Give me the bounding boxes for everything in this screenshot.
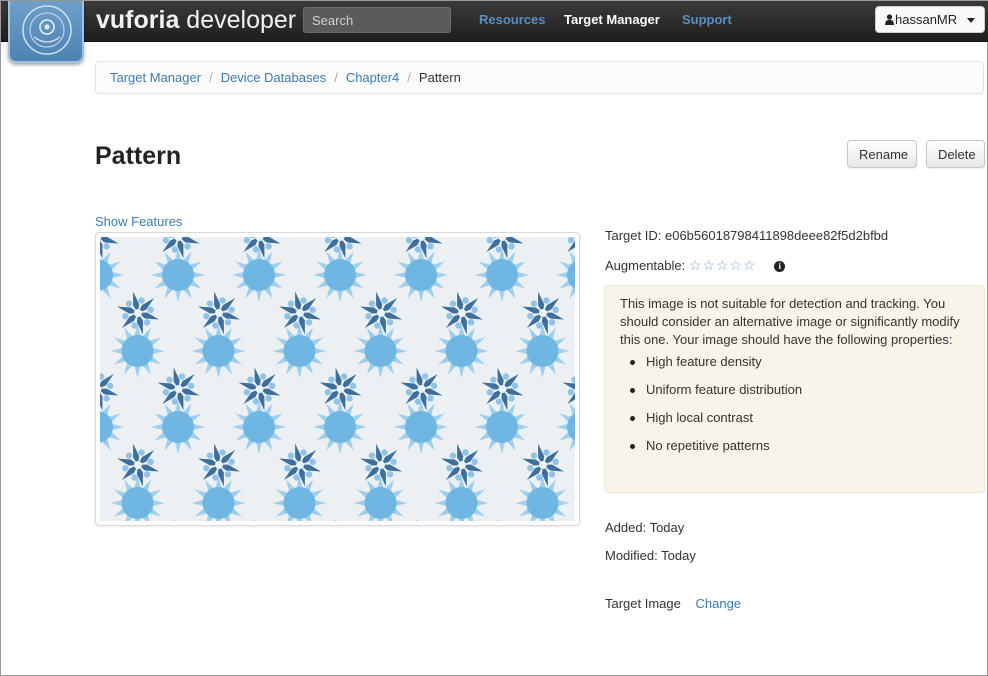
page-title: Pattern xyxy=(95,142,182,170)
augmentable-label: Augmentable: xyxy=(605,258,686,273)
caret-down-icon xyxy=(967,18,975,23)
breadcrumb-separator: / xyxy=(334,70,338,85)
user-menu-button[interactable]: hassanMR xyxy=(875,6,985,33)
warning-text: This image is not suitable for detection… xyxy=(620,296,960,347)
breadcrumb-current: Pattern xyxy=(418,70,461,85)
breadcrumb-separator: / xyxy=(209,70,213,85)
list-item: Uniform feature distribution xyxy=(630,381,970,399)
change-image-link[interactable]: Change xyxy=(696,596,742,611)
target-id-label: Target ID: xyxy=(605,228,662,243)
username: hassanMR xyxy=(895,12,958,27)
brand-name[interactable]: vuforia developer xyxy=(96,6,296,34)
nav-link-support[interactable]: Support xyxy=(682,12,732,27)
breadcrumb-device-databases[interactable]: Device Databases xyxy=(221,70,327,85)
target-image-row: Target Image Change xyxy=(605,596,741,611)
target-image-frame xyxy=(95,232,580,526)
target-id-value: e06b56018798411898deee82f5d2bfbd xyxy=(664,228,889,243)
properties-list: High feature density Uniform feature dis… xyxy=(620,353,970,455)
list-item: No repetitive patterns xyxy=(630,437,970,455)
vuforia-logo[interactable] xyxy=(8,1,84,63)
target-image xyxy=(100,237,575,521)
breadcrumb: Target Manager / Device Databases / Chapter4… xyxy=(95,61,984,94)
target-id: Target ID: e06b56018798411898deee82f5d2b… xyxy=(605,228,888,243)
target-image-label: Target Image xyxy=(605,596,681,611)
augmentable-rating-stars: ☆☆☆☆☆ xyxy=(688,257,757,273)
breadcrumb-chapter4[interactable]: Chapter4 xyxy=(346,70,399,85)
top-navbar: vuforia developer Resources Target Manag… xyxy=(1,1,988,63)
search-input[interactable] xyxy=(303,7,451,33)
delete-button[interactable]: Delete xyxy=(926,140,985,168)
list-item: High local contrast xyxy=(630,409,970,427)
augmentable-row: Augmentable: ☆☆☆☆☆ i xyxy=(605,257,786,274)
breadcrumb-target-manager[interactable]: Target Manager xyxy=(110,70,201,85)
nav-link-target-manager[interactable]: Target Manager xyxy=(564,12,660,27)
breadcrumb-separator: / xyxy=(407,70,411,85)
brand-rest: developer xyxy=(179,6,297,34)
show-features-link[interactable]: Show Features xyxy=(95,214,182,229)
suitability-warning: This image is not suitable for detection… xyxy=(604,285,985,493)
brand-bold: vuforia xyxy=(96,6,180,34)
nav-link-resources[interactable]: Resources xyxy=(479,12,545,27)
vuforia-logo-icon xyxy=(22,5,72,55)
user-icon xyxy=(885,13,894,28)
info-icon[interactable]: i xyxy=(774,261,786,272)
modified-date: Modified: Today xyxy=(605,548,696,563)
rename-button[interactable]: Rename xyxy=(847,140,917,168)
added-date: Added: Today xyxy=(605,520,685,535)
list-item: High feature density xyxy=(630,353,970,371)
